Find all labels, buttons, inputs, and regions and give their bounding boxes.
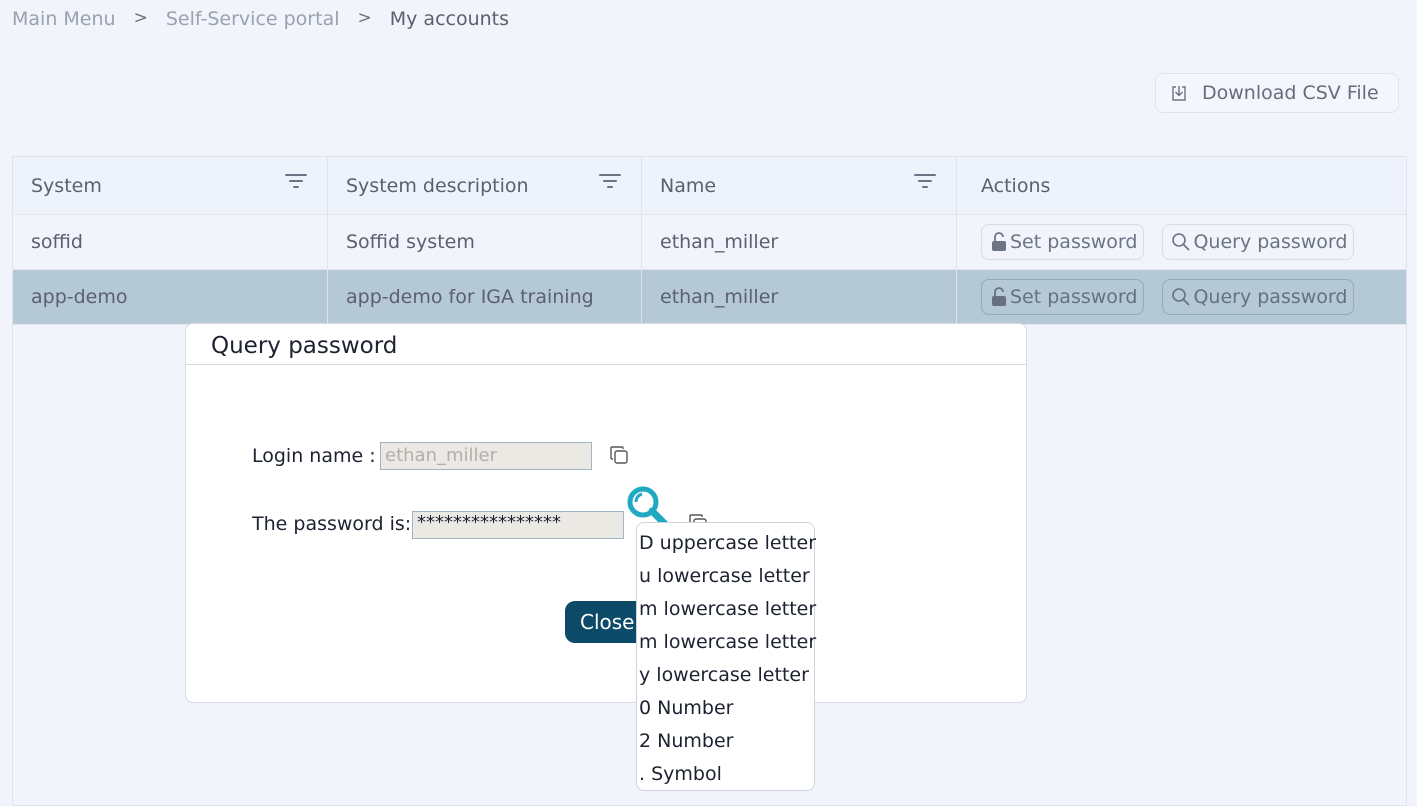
password-field[interactable]: **************** bbox=[412, 511, 624, 539]
column-header-description[interactable]: System description bbox=[328, 157, 642, 214]
column-header-label: System bbox=[31, 174, 102, 197]
list-item: m lowercase letter bbox=[639, 631, 817, 653]
dialog-title: Query password bbox=[186, 324, 1026, 365]
list-item: y lowercase letter bbox=[639, 664, 809, 686]
cell-actions: Set password Query password bbox=[957, 270, 1406, 324]
download-csv-label: Download CSV File bbox=[1202, 82, 1379, 104]
filter-icon[interactable] bbox=[599, 174, 621, 190]
column-header-label: Name bbox=[660, 174, 717, 197]
list-item: D uppercase letter bbox=[639, 532, 817, 554]
cell-description: app-demo for IGA training bbox=[328, 270, 642, 324]
breadcrumb-main-menu[interactable]: Main Menu bbox=[12, 8, 116, 30]
unlock-icon bbox=[992, 232, 1006, 251]
search-icon bbox=[1172, 233, 1191, 251]
search-icon bbox=[1172, 288, 1191, 306]
query-password-button[interactable]: Query password bbox=[1162, 279, 1355, 315]
column-header-label: System description bbox=[346, 174, 529, 197]
cell-system: soffid bbox=[13, 215, 328, 269]
query-password-button[interactable]: Query password bbox=[1162, 224, 1355, 260]
filter-icon[interactable] bbox=[914, 174, 936, 190]
login-name-label: Login name : bbox=[252, 445, 376, 467]
password-label: The password is: bbox=[252, 513, 412, 535]
query-password-dialog: Query password Login name : ethan_miller… bbox=[185, 323, 1027, 703]
column-header-name[interactable]: Name bbox=[642, 157, 957, 214]
query-password-label: Query password bbox=[1193, 286, 1348, 308]
breadcrumb-separator: > bbox=[133, 8, 148, 28]
list-item: u lowercase letter bbox=[639, 565, 810, 587]
list-item: . Symbol bbox=[639, 763, 722, 785]
breadcrumb-self-service[interactable]: Self-Service portal bbox=[166, 8, 340, 30]
set-password-button[interactable]: Set password bbox=[981, 279, 1145, 315]
column-header-system[interactable]: System bbox=[13, 157, 328, 214]
breadcrumb-separator: > bbox=[357, 8, 372, 28]
download-icon bbox=[1172, 86, 1186, 101]
column-header-label: Actions bbox=[981, 174, 1051, 197]
password-characters-popup: D uppercase letter u lowercase letter m … bbox=[636, 522, 817, 791]
unlock-icon bbox=[992, 287, 1006, 306]
breadcrumb: Main Menu > Self-Service portal > My acc… bbox=[12, 8, 509, 30]
list-item: 0 Number bbox=[639, 697, 734, 719]
breadcrumb-current: My accounts bbox=[389, 8, 510, 30]
filter-icon[interactable] bbox=[285, 174, 307, 190]
query-password-label: Query password bbox=[1193, 231, 1348, 253]
cell-description: Soffid system bbox=[328, 215, 642, 269]
login-name-field[interactable]: ethan_miller bbox=[380, 442, 592, 470]
download-csv-button[interactable]: Download CSV File bbox=[1155, 73, 1399, 113]
set-password-button[interactable]: Set password bbox=[981, 224, 1145, 260]
table-header-row: System System description Name Actions bbox=[13, 157, 1406, 215]
set-password-label: Set password bbox=[1010, 231, 1138, 253]
list-item: m lowercase letter bbox=[639, 598, 817, 620]
cell-name: ethan_miller bbox=[642, 215, 957, 269]
cell-actions: Set password Query password bbox=[957, 215, 1406, 269]
set-password-label: Set password bbox=[1010, 286, 1138, 308]
table-row[interactable]: soffid Soffid system ethan_miller Set pa… bbox=[13, 215, 1406, 270]
cell-system: app-demo bbox=[13, 270, 328, 324]
table-row[interactable]: app-demo app-demo for IGA training ethan… bbox=[13, 270, 1406, 325]
cell-name: ethan_miller bbox=[642, 270, 957, 324]
column-header-actions: Actions bbox=[957, 157, 1406, 214]
copy-icon[interactable] bbox=[609, 445, 629, 465]
list-item: 2 Number bbox=[639, 730, 734, 752]
